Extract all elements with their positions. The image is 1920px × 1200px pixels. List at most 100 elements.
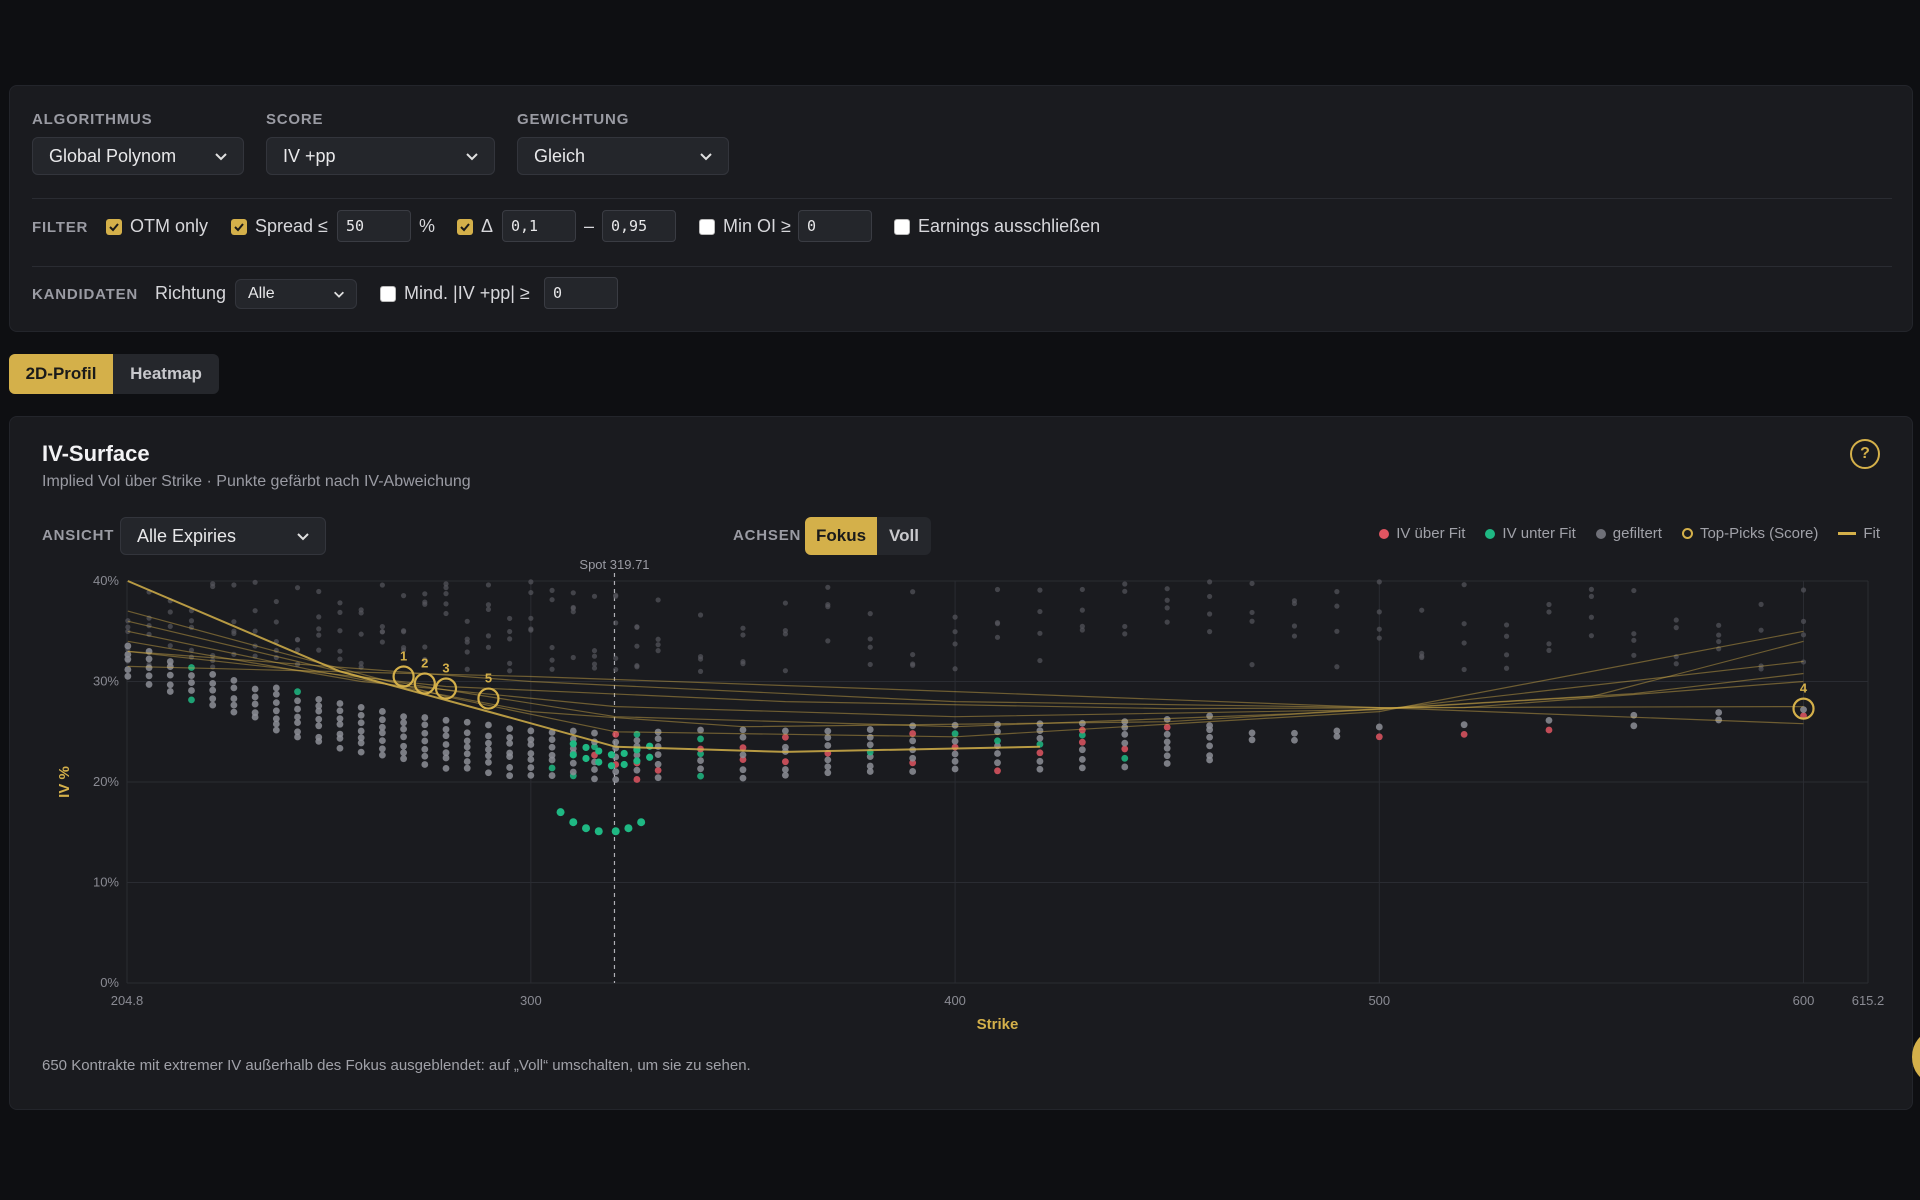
below-fit-point xyxy=(607,751,616,759)
earnings-label: Earnings ausschließen xyxy=(918,216,1101,236)
contract-point xyxy=(1163,760,1171,767)
weighting-select[interactable]: Gleich xyxy=(517,137,729,175)
contract-point xyxy=(739,751,747,759)
contract-point xyxy=(421,752,429,760)
top-pick-rank: 1 xyxy=(400,648,407,663)
filtered-point xyxy=(910,662,916,668)
contract-point xyxy=(336,707,344,715)
filtered-point xyxy=(528,579,534,585)
score-label: SCORE xyxy=(266,111,324,128)
below-fit-point xyxy=(582,754,590,763)
filtered-point xyxy=(655,597,661,603)
filtered-point xyxy=(379,624,385,630)
filtered-point xyxy=(252,579,258,585)
floating-action-button[interactable] xyxy=(1912,1032,1920,1082)
filtered-point xyxy=(1037,630,1043,636)
earnings-checkbox[interactable] xyxy=(894,219,910,235)
filtered-point xyxy=(1758,601,1764,607)
filtered-point xyxy=(740,632,746,638)
otm-checkbox[interactable] xyxy=(106,219,122,235)
delta-max-input[interactable]: 0,95 xyxy=(602,210,676,242)
legend-filtered[interactable]: gefiltert xyxy=(1595,525,1662,542)
filtered-point xyxy=(1079,627,1085,633)
min-iv-label: Mind. |IV +pp| ≥ xyxy=(404,283,530,303)
legend-fit[interactable]: Fit xyxy=(1838,525,1880,542)
spread-checkbox[interactable] xyxy=(231,219,247,235)
filtered-point xyxy=(570,609,576,615)
legend-filtered-label: gefiltert xyxy=(1612,525,1662,542)
contract-point xyxy=(272,699,280,707)
filtered-point xyxy=(294,585,301,591)
spread-input[interactable]: 50 xyxy=(337,210,411,242)
chevron-down-icon xyxy=(215,153,227,161)
contract-point xyxy=(654,735,662,743)
min-iv-checkbox[interactable] xyxy=(380,286,396,302)
tab-2d-profile[interactable]: 2D-Profil xyxy=(9,354,113,394)
axes-full[interactable]: Voll xyxy=(877,517,931,555)
filtered-point xyxy=(910,651,916,658)
direction-select[interactable]: Alle xyxy=(235,279,357,309)
algorithm-select[interactable]: Global Polynom xyxy=(32,137,244,175)
above-fit-point xyxy=(1036,749,1044,757)
contract-point xyxy=(400,713,407,721)
contract-point xyxy=(188,679,195,686)
contract-point xyxy=(1715,709,1723,716)
score-select[interactable]: IV +pp xyxy=(266,137,495,175)
legend-top-picks[interactable]: Top-Picks (Score) xyxy=(1681,525,1818,542)
contract-point xyxy=(633,766,641,774)
below-fit-point xyxy=(594,827,603,836)
filtered-point xyxy=(1334,664,1340,670)
help-icon[interactable]: ? xyxy=(1850,439,1880,469)
filtered-point xyxy=(337,600,343,606)
tab-heatmap[interactable]: Heatmap xyxy=(113,354,219,394)
filtered-point xyxy=(1164,597,1170,603)
filtered-point xyxy=(782,600,788,606)
filtered-point xyxy=(1376,626,1382,632)
contract-point xyxy=(1375,723,1383,731)
below-fit-point xyxy=(620,749,628,758)
contract-point xyxy=(951,737,959,745)
legend-above[interactable]: IV über Fit xyxy=(1379,525,1465,542)
expiry-select[interactable]: Alle Expiries xyxy=(120,517,326,555)
contract-point xyxy=(336,744,344,752)
legend-below[interactable]: IV unter Fit xyxy=(1485,525,1576,542)
filtered-point xyxy=(1122,588,1128,594)
contract-point xyxy=(442,725,450,733)
fit-curve xyxy=(127,610,1804,738)
below-fit-point xyxy=(569,740,577,748)
min-oi-input[interactable]: 0 xyxy=(798,210,872,242)
below-fit-point xyxy=(697,772,704,780)
contract-point xyxy=(145,672,153,680)
fit-curve xyxy=(127,650,1804,710)
contract-point xyxy=(378,708,386,715)
delta-checkbox[interactable] xyxy=(457,219,473,235)
delta-min-input[interactable]: 0,1 xyxy=(502,210,576,242)
iv-scatter-chart[interactable]: 0% 10% 20% 30% 40% 204.8 300 400 500 600 615.2 Stri… xyxy=(42,557,1892,1043)
contract-point xyxy=(463,750,471,758)
filtered-point xyxy=(316,647,322,653)
filtered-point xyxy=(1588,593,1595,599)
contract-point xyxy=(209,679,217,687)
axes-focus[interactable]: Fokus xyxy=(805,517,877,555)
spot-label: Spot 319.71 xyxy=(579,557,649,572)
filtered-point xyxy=(379,629,385,635)
contract-point xyxy=(188,687,195,694)
filtered-point xyxy=(167,643,173,649)
filtered-point xyxy=(1588,633,1595,639)
spread-label: Spread ≤ xyxy=(255,216,328,236)
x-tick-label: 300 xyxy=(520,993,542,1008)
contract-point xyxy=(548,736,556,743)
contract-point xyxy=(166,671,174,679)
min-iv-input[interactable]: 0 xyxy=(544,277,618,309)
filtered-point xyxy=(634,624,640,630)
min-oi-checkbox[interactable] xyxy=(699,219,715,235)
filtered-point xyxy=(210,581,216,587)
filtered-point xyxy=(485,644,492,650)
contract-point xyxy=(294,697,301,705)
filtered-point xyxy=(528,589,534,596)
filtered-point xyxy=(1334,589,1340,595)
contract-point xyxy=(781,743,789,751)
filtered-point xyxy=(1249,662,1255,668)
filtered-point xyxy=(273,598,279,605)
filtered-point xyxy=(337,609,343,616)
